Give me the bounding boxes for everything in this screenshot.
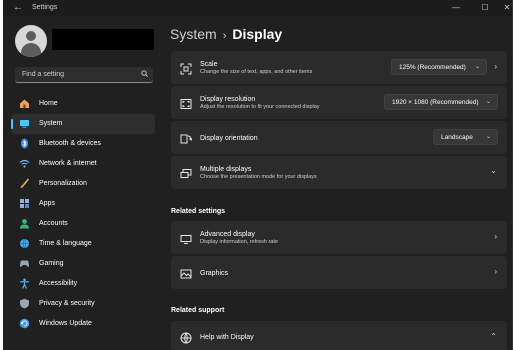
apps-icon bbox=[19, 198, 30, 209]
help-with-display-card[interactable]: Help with Display ⌃ bbox=[171, 321, 507, 350]
advanced-display-card[interactable]: Advanced display Display information, re… bbox=[171, 221, 507, 254]
sidebar-item-apps[interactable]: Apps bbox=[11, 194, 155, 214]
multiple-displays-card[interactable]: Multiple displays Choose the presentatio… bbox=[171, 156, 507, 189]
scale-value: 125% (Recommended) bbox=[399, 64, 466, 71]
avatar-head-shape bbox=[26, 31, 36, 41]
multiple-displays-icon bbox=[180, 167, 192, 179]
avatar[interactable] bbox=[15, 25, 47, 57]
chevron-right-icon: › bbox=[494, 232, 497, 241]
multiple-displays-title: Multiple displays bbox=[200, 166, 252, 173]
brush-icon bbox=[19, 178, 30, 189]
wifi-icon bbox=[19, 158, 30, 169]
related-support-heading: Related support bbox=[171, 307, 225, 314]
sidebar-item-label: Personalization bbox=[39, 180, 87, 187]
chevron-right-icon: › bbox=[494, 62, 497, 71]
sidebar-item-home[interactable]: Home bbox=[11, 94, 155, 114]
search-input[interactable]: Find a setting bbox=[15, 67, 153, 83]
help-with-display-title: Help with Display bbox=[200, 334, 254, 341]
display-resolution-card[interactable]: Display resolution Adjust the resolution… bbox=[171, 86, 507, 119]
sidebar-item-label: Gaming bbox=[39, 260, 64, 267]
chevron-down-icon: ⌄ bbox=[485, 99, 491, 105]
back-arrow-icon[interactable]: ← bbox=[13, 2, 23, 14]
sidebar-item-label: Accessibility bbox=[39, 280, 78, 287]
system-icon bbox=[19, 118, 30, 129]
sidebar-item-label: Accounts bbox=[39, 220, 68, 227]
scale-subtitle: Change the size of text, apps, and other… bbox=[200, 69, 313, 75]
breadcrumb: System › Display bbox=[170, 25, 282, 45]
sidebar-nav: Home System Bluetooth & devices Network … bbox=[11, 94, 155, 334]
sidebar-item-windows-update[interactable]: Windows Update bbox=[11, 314, 155, 334]
sidebar-item-personalization[interactable]: Personalization bbox=[11, 174, 155, 194]
sidebar-item-system[interactable]: System bbox=[11, 114, 155, 134]
sidebar-item-label: Time & language bbox=[39, 240, 92, 247]
multiple-displays-subtitle: Choose the presentation mode for your di… bbox=[200, 174, 317, 180]
search-placeholder: Find a setting bbox=[22, 71, 65, 78]
shield-icon bbox=[19, 298, 30, 309]
scale-card[interactable]: Scale Change the size of text, apps, and… bbox=[171, 51, 507, 84]
orientation-value: Landscape bbox=[441, 134, 473, 141]
accounts-icon bbox=[19, 218, 30, 229]
home-icon bbox=[19, 98, 30, 109]
scale-title: Scale bbox=[200, 61, 218, 68]
scale-dropdown[interactable]: 125% (Recommended) ⌄ bbox=[391, 59, 487, 75]
sidebar-item-network[interactable]: Network & internet bbox=[11, 154, 155, 174]
sidebar-item-accounts[interactable]: Accounts bbox=[11, 214, 155, 234]
sidebar-item-privacy[interactable]: Privacy & security bbox=[11, 294, 155, 314]
search-icon bbox=[141, 70, 148, 79]
avatar-body-shape bbox=[21, 43, 41, 57]
minimize-button[interactable]: — bbox=[444, 0, 468, 16]
sidebar-item-label: System bbox=[39, 120, 63, 127]
sidebar-item-time-language[interactable]: Time & language bbox=[11, 234, 155, 254]
gaming-icon bbox=[19, 258, 30, 269]
graphics-title: Graphics bbox=[200, 270, 229, 277]
globe-icon bbox=[180, 331, 192, 344]
advanced-display-subtitle: Display information, refresh rate bbox=[200, 239, 278, 245]
resolution-dropdown[interactable]: 1920 × 1080 (Recommended) ⌄ bbox=[384, 94, 498, 110]
sidebar-item-accessibility[interactable]: Accessibility bbox=[11, 274, 155, 294]
chevron-down-icon[interactable]: ⌄ bbox=[490, 166, 497, 176]
window-title: Settings bbox=[32, 4, 58, 11]
sidebar-item-label: Windows Update bbox=[39, 320, 92, 327]
close-button[interactable]: ✕ bbox=[495, 0, 512, 16]
resolution-value: 1920 × 1080 (Recommended) bbox=[392, 99, 479, 106]
accessibility-icon bbox=[19, 278, 30, 289]
advanced-display-title: Advanced display bbox=[200, 231, 255, 238]
resolution-title: Display resolution bbox=[200, 96, 256, 103]
chevron-down-icon: ⌄ bbox=[474, 64, 480, 70]
related-settings-heading: Related settings bbox=[171, 208, 226, 215]
breadcrumb-parent[interactable]: System bbox=[170, 26, 217, 42]
bluetooth-icon bbox=[19, 138, 30, 149]
orientation-title: Display orientation bbox=[200, 135, 258, 142]
scale-icon bbox=[180, 62, 192, 75]
orientation-dropdown[interactable]: Landscape ⌄ bbox=[433, 129, 498, 145]
title-bar: ← Settings — ☐ ✕ bbox=[3, 0, 512, 16]
chevron-up-icon[interactable]: ⌃ bbox=[490, 332, 497, 342]
sidebar-item-label: Privacy & security bbox=[39, 300, 95, 307]
sidebar-item-label: Home bbox=[39, 100, 58, 107]
orientation-icon bbox=[180, 132, 193, 144]
resolution-icon bbox=[180, 97, 192, 109]
globe-icon bbox=[19, 238, 30, 249]
chevron-right-icon: › bbox=[494, 267, 497, 276]
sidebar-item-label: Bluetooth & devices bbox=[39, 140, 101, 147]
maximize-button[interactable]: ☐ bbox=[473, 0, 497, 16]
resolution-subtitle: Adjust the resolution to fit your connec… bbox=[200, 104, 320, 110]
display-orientation-card[interactable]: Display orientation Landscape ⌄ bbox=[171, 121, 507, 154]
sidebar-item-bluetooth[interactable]: Bluetooth & devices bbox=[11, 134, 155, 154]
sidebar-item-gaming[interactable]: Gaming bbox=[11, 254, 155, 274]
chevron-down-icon: ⌄ bbox=[485, 134, 491, 140]
breadcrumb-separator: › bbox=[222, 30, 227, 42]
update-icon bbox=[19, 318, 30, 329]
page-title: Display bbox=[232, 26, 283, 42]
graphics-card[interactable]: Graphics › bbox=[171, 256, 507, 289]
user-name-redacted bbox=[52, 29, 154, 50]
settings-window: ← Settings — ☐ ✕ Find a setting Home Sys… bbox=[3, 0, 513, 350]
sidebar-item-label: Apps bbox=[39, 200, 55, 207]
sidebar-item-label: Network & internet bbox=[39, 160, 97, 167]
graphics-icon bbox=[180, 267, 192, 279]
monitor-icon bbox=[180, 232, 192, 244]
